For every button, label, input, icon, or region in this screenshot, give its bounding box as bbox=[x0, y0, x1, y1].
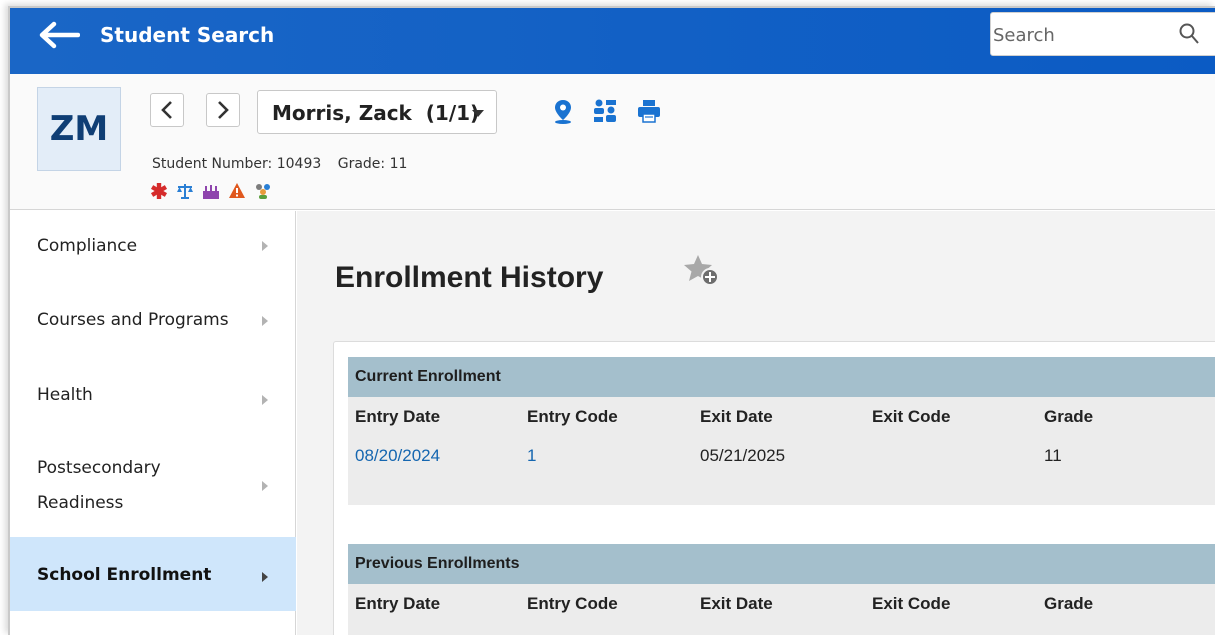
search-input[interactable] bbox=[993, 23, 1163, 47]
chevron-right-icon bbox=[218, 101, 229, 119]
search-icon[interactable] bbox=[1179, 23, 1199, 45]
top-bar: Student Search bbox=[10, 8, 1215, 74]
chevron-right-icon bbox=[262, 241, 268, 251]
app-window: Student Search ZM Morris, Zack (1/1) bbox=[8, 6, 1215, 635]
student-number: Student Number: 10493 bbox=[152, 156, 322, 172]
sidebar-item-label: Postsecondary Readiness bbox=[37, 458, 161, 513]
exit-date-cell: 05/21/2025 bbox=[700, 446, 786, 465]
star-add-icon[interactable] bbox=[683, 253, 723, 289]
previous-enrollments-columns: Entry Date Entry Code Exit Date Exit Cod… bbox=[348, 584, 1215, 624]
column-header-exit-date: Exit Date bbox=[700, 407, 773, 426]
sidebar-item-school-enrollment[interactable]: School Enrollment bbox=[10, 537, 296, 611]
chevron-down-icon bbox=[472, 110, 484, 117]
column-header-grade: Grade bbox=[1044, 594, 1094, 613]
sidebar-item-label: Courses and Programs bbox=[37, 310, 229, 330]
student-meta: Student Number: 10493 Grade: 11 bbox=[152, 156, 407, 172]
warning-icon[interactable] bbox=[228, 182, 246, 200]
sidebar-item-health[interactable]: Health bbox=[10, 357, 296, 433]
column-header-entry-code: Entry Code bbox=[527, 407, 618, 426]
page-title: Enrollment History bbox=[335, 261, 604, 294]
group-icon[interactable] bbox=[254, 182, 272, 200]
chevron-right-icon bbox=[262, 395, 268, 405]
entry-date-link[interactable]: 08/20/2024 bbox=[355, 446, 440, 466]
student-grade: Grade: 11 bbox=[337, 156, 408, 172]
column-header-grade: Grade bbox=[1044, 407, 1094, 426]
previous-enrollments-body bbox=[348, 624, 1215, 635]
chevron-left-icon bbox=[161, 101, 172, 119]
birthday-icon[interactable] bbox=[202, 182, 220, 200]
back-arrow-icon[interactable] bbox=[38, 21, 80, 49]
column-header-entry-date: Entry Date bbox=[355, 407, 441, 426]
sidebar-item-label: Health bbox=[37, 385, 93, 405]
page-context-title[interactable]: Student Search bbox=[100, 23, 274, 47]
student-flags bbox=[150, 182, 272, 202]
sidebar: Compliance Courses and Programs Health P… bbox=[10, 211, 296, 635]
medical-icon[interactable] bbox=[150, 182, 168, 200]
column-header-exit-code: Exit Code bbox=[872, 407, 951, 426]
column-header-entry-date: Entry Date bbox=[355, 594, 441, 613]
student-header: ZM Morris, Zack (1/1) Student Number: 10… bbox=[10, 74, 1215, 210]
grade-cell: 11 bbox=[1044, 446, 1062, 465]
sidebar-item-compliance[interactable]: Compliance bbox=[10, 211, 296, 281]
student-selector[interactable]: Morris, Zack (1/1) bbox=[257, 90, 497, 134]
current-enrollment-section: Current Enrollment Entry Date Entry Code… bbox=[348, 357, 1215, 505]
chevron-right-icon bbox=[262, 316, 268, 326]
enrollment-card: Current Enrollment Entry Date Entry Code… bbox=[333, 341, 1215, 635]
entry-code-link[interactable]: 1 bbox=[527, 446, 536, 466]
sidebar-item-label: School Enrollment bbox=[37, 565, 212, 585]
sidebar-item-courses-and-programs[interactable]: Courses and Programs bbox=[10, 281, 296, 357]
previous-enrollments-heading: Previous Enrollments bbox=[348, 544, 1215, 584]
table-row: 08/20/2024 1 05/21/2025 11 bbox=[348, 437, 1215, 505]
chevron-right-icon bbox=[262, 481, 268, 491]
column-header-exit-date: Exit Date bbox=[700, 594, 773, 613]
main-content: Enrollment History Current Enrollment En… bbox=[297, 211, 1215, 635]
chevron-right-icon bbox=[262, 572, 268, 582]
sidebar-item-postsecondary-readiness[interactable]: Postsecondary Readiness bbox=[10, 433, 296, 537]
column-header-entry-code: Entry Code bbox=[527, 594, 618, 613]
current-enrollment-columns: Entry Date Entry Code Exit Date Exit Cod… bbox=[348, 397, 1215, 437]
search-box[interactable] bbox=[990, 12, 1215, 56]
avatar: ZM bbox=[37, 87, 121, 171]
relationship-icon[interactable] bbox=[592, 98, 618, 124]
current-enrollment-heading: Current Enrollment bbox=[348, 357, 1215, 397]
legal-icon[interactable] bbox=[176, 182, 194, 200]
next-student-button[interactable] bbox=[206, 93, 240, 127]
map-pin-icon[interactable] bbox=[550, 98, 576, 124]
print-icon[interactable] bbox=[636, 98, 662, 124]
sidebar-item-label: Compliance bbox=[37, 236, 138, 256]
previous-enrollments-section: Previous Enrollments Entry Date Entry Co… bbox=[348, 544, 1215, 635]
previous-student-button[interactable] bbox=[150, 93, 184, 127]
student-name: Morris, Zack (1/1) bbox=[272, 101, 480, 125]
column-header-exit-code: Exit Code bbox=[872, 594, 951, 613]
